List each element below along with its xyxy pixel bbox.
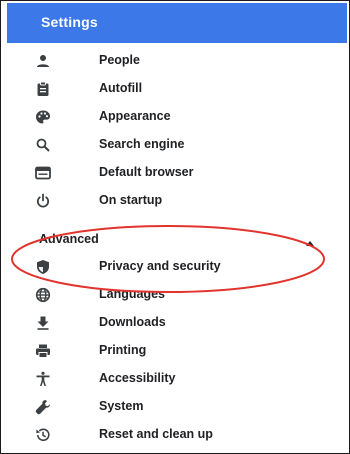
sidebar-item-label: Privacy and security bbox=[99, 259, 221, 273]
sidebar-item-label: Default browser bbox=[99, 165, 194, 179]
sidebar-item-search-engine[interactable]: Search engine bbox=[1, 131, 349, 159]
settings-title: Settings bbox=[41, 14, 98, 30]
download-icon bbox=[35, 315, 51, 331]
browser-window-icon bbox=[35, 165, 51, 181]
sidebar-item-people[interactable]: People bbox=[1, 47, 349, 75]
restore-icon bbox=[35, 427, 51, 443]
settings-sidebar: Settings People Autofill Appearance Sear… bbox=[0, 0, 350, 454]
accessibility-icon bbox=[35, 371, 51, 387]
sidebar-item-downloads[interactable]: Downloads bbox=[1, 309, 349, 337]
sidebar-item-label: Downloads bbox=[99, 315, 166, 329]
sidebar-item-accessibility[interactable]: Accessibility bbox=[1, 365, 349, 393]
sidebar-item-autofill[interactable]: Autofill bbox=[1, 75, 349, 103]
search-icon bbox=[35, 137, 51, 153]
power-icon bbox=[35, 193, 51, 209]
advanced-section-toggle[interactable]: Advanced bbox=[1, 227, 349, 251]
sidebar-item-privacy-and-security[interactable]: Privacy and security bbox=[1, 253, 349, 281]
wrench-icon bbox=[35, 399, 51, 415]
chevron-up-icon bbox=[305, 234, 315, 246]
sidebar-item-label: Search engine bbox=[99, 137, 185, 151]
sidebar-item-label: Printing bbox=[99, 343, 147, 357]
shield-icon bbox=[35, 259, 51, 275]
sidebar-item-label: Accessibility bbox=[99, 371, 176, 385]
sidebar-item-label: Languages bbox=[99, 287, 165, 301]
sidebar-item-default-browser[interactable]: Default browser bbox=[1, 159, 349, 187]
sidebar-item-label: Autofill bbox=[99, 81, 143, 95]
person-icon bbox=[35, 53, 51, 69]
sidebar-item-label: People bbox=[99, 53, 140, 67]
palette-icon bbox=[35, 109, 51, 125]
sidebar-item-reset-and-clean-up[interactable]: Reset and clean up bbox=[1, 421, 349, 449]
advanced-section-label: Advanced bbox=[39, 232, 99, 246]
sidebar-item-on-startup[interactable]: On startup bbox=[1, 187, 349, 215]
printer-icon bbox=[35, 343, 51, 359]
settings-header: Settings bbox=[7, 3, 347, 43]
sidebar-item-languages[interactable]: Languages bbox=[1, 281, 349, 309]
sidebar-item-printing[interactable]: Printing bbox=[1, 337, 349, 365]
sidebar-item-label: On startup bbox=[99, 193, 163, 207]
sidebar-item-system[interactable]: System bbox=[1, 393, 349, 421]
sidebar-item-appearance[interactable]: Appearance bbox=[1, 103, 349, 131]
globe-icon bbox=[35, 287, 51, 303]
sidebar-item-label: System bbox=[99, 399, 144, 413]
clipboard-icon bbox=[35, 81, 51, 97]
sidebar-item-label: Appearance bbox=[99, 109, 171, 123]
sidebar-item-label: Reset and clean up bbox=[99, 427, 213, 441]
